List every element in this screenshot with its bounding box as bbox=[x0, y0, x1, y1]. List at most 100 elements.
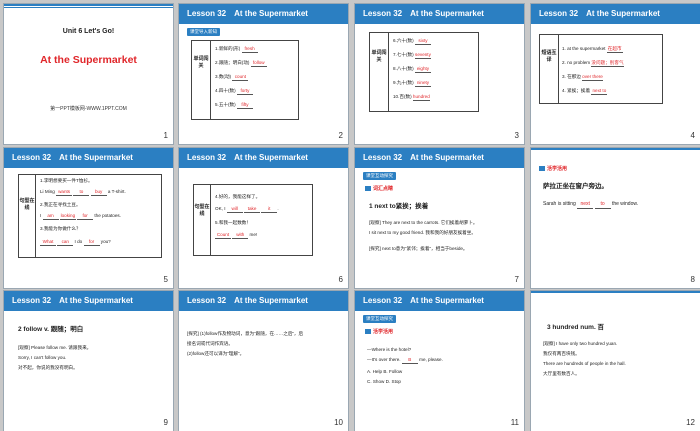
example-line-1: [观察] I have only two hundred yuan. bbox=[543, 341, 618, 346]
option-line-2: C. Show D. Stop bbox=[367, 379, 401, 384]
example-line-3: There are hundreds of people in the hall… bbox=[543, 361, 626, 366]
slide-number: 8 bbox=[690, 275, 695, 284]
slide-thumbnail-12[interactable]: 3 hundred num. 百 [观察] I have only two hu… bbox=[530, 290, 700, 431]
sentence-line-4: I am looking for the potatoes. bbox=[40, 213, 121, 220]
answer-line: Sarah is sitting next to the window. bbox=[543, 201, 639, 209]
section-tag: 课堂互动探究 bbox=[363, 315, 396, 323]
slide-thumbnail-8[interactable]: 活学活用 萨拉正坐在窗户旁边。 Sarah is sitting next to… bbox=[530, 147, 700, 289]
sentence-line-5: 3.我能为你做什么？ bbox=[40, 226, 81, 231]
slide-header: Lesson 32 At the Supermarket bbox=[531, 4, 700, 24]
slide-header: Lesson 32 At the Supermarket bbox=[355, 148, 524, 168]
sentence-line-5-en: Count with me! bbox=[215, 232, 258, 239]
vocab-label-col bbox=[191, 40, 211, 120]
section-bullet-icon bbox=[365, 329, 371, 334]
option-line-1: A. Help B. Follow bbox=[367, 369, 403, 374]
slide-thumbnail-9[interactable]: Lesson 32 At the Supermarket 2 follow v. … bbox=[3, 290, 174, 431]
slide-header: Lesson 32 At the Supermarket bbox=[355, 4, 524, 24]
top-stripe-thin bbox=[4, 7, 173, 8]
lesson-title: At the Supermarket bbox=[40, 54, 137, 66]
slide-number: 11 bbox=[510, 418, 519, 427]
vocab-line-1: 1.新鲜的(形) fresh bbox=[215, 44, 258, 53]
vocab-point: 1 next to紧挨；挨着 bbox=[369, 203, 429, 210]
credit-text: 第一PPT模板网-WWW.1PPT.COM bbox=[50, 106, 127, 112]
sentence-line-2: Li Ming wants to buy a T-shirt. bbox=[40, 189, 126, 196]
example-line-2: 我仅有两百块钱。 bbox=[543, 351, 580, 356]
dialog-line-1: —Where is the hotel? bbox=[367, 347, 412, 352]
slide-header: Lesson 32 At the Supermarket bbox=[4, 291, 173, 311]
unit-title: Unit 6 Let's Go! bbox=[62, 28, 115, 35]
example-line-4: 大厅里有数百人。 bbox=[543, 371, 580, 376]
vocab-line-6: 6.六十(数) sixty bbox=[393, 36, 431, 45]
vocab-line-9: 9.九十(数) ninety bbox=[393, 80, 431, 87]
slide-number: 6 bbox=[338, 275, 343, 284]
slide-thumbnail-11[interactable]: Lesson 32 At the Supermarket 课堂互动探究 活学活用 … bbox=[354, 290, 525, 431]
top-stripe bbox=[4, 4, 173, 6]
phrase-line-1: 1. at the supermarket 在超市 bbox=[562, 46, 623, 53]
phrase-line-3: 3. 在那边 over there bbox=[562, 74, 603, 81]
sentence-label-col bbox=[193, 184, 211, 256]
vocab-label-col bbox=[369, 32, 389, 112]
section-heading: 词汇点睛 bbox=[373, 186, 394, 192]
slide-thumbnail-5[interactable]: Lesson 32 At the Supermarket 句型在线 1.李明想要买… bbox=[3, 147, 174, 289]
slide-number: 5 bbox=[163, 275, 168, 284]
sentence-line-4-en: OK, I will take it. bbox=[215, 206, 279, 213]
vocab-label: 单词闯关 bbox=[193, 56, 209, 69]
slide-number: 12 bbox=[686, 418, 695, 427]
example-line-3: 对不起，你说的我没有明白。 bbox=[18, 365, 78, 370]
slide-thumbnail-4[interactable]: Lesson 32 At the Supermarket 短语互译 1. at t… bbox=[530, 3, 700, 145]
example-line-2: I sit next to my good friend. 我和我的好朋友挨着坐… bbox=[369, 230, 476, 235]
slide-number: 1 bbox=[163, 131, 168, 140]
vocab-line-2: 2.跟随；明白(动) follow bbox=[215, 58, 267, 67]
sentence-line-5: 5.和我一起数数！ bbox=[215, 220, 251, 225]
slide-number: 7 bbox=[514, 275, 519, 284]
sentence-label: 句型在线 bbox=[194, 204, 210, 217]
vocab-line-3: 3.数(动) count bbox=[215, 72, 249, 81]
slide-number: 4 bbox=[690, 131, 695, 140]
top-stripe bbox=[531, 291, 700, 293]
slide-header: Lesson 32 At the Supermarket bbox=[179, 148, 348, 168]
slide-header: Lesson 32 At the Supermarket bbox=[179, 4, 348, 24]
phrase-label: 短语互译 bbox=[541, 50, 557, 63]
section-tag: 课堂互动探究 bbox=[363, 172, 396, 180]
vocab-line-10: 10.百(数) hundred bbox=[393, 94, 430, 101]
slide-number: 9 bbox=[163, 418, 168, 427]
phrase-line-4: 4. 紧挨；挨着 next to bbox=[562, 88, 608, 95]
section-bullet-icon bbox=[365, 186, 371, 191]
slide-number: 3 bbox=[514, 131, 519, 140]
top-stripe bbox=[531, 148, 700, 150]
slide-thumbnail-3[interactable]: Lesson 32 At the Supermarket 单词闯关 6.六十(数)… bbox=[354, 3, 525, 145]
vocab-line-7: 7.七十(数) seventy bbox=[393, 52, 431, 59]
slide-sorter-grid: Unit 6 Let's Go! At the Supermarket 第一PP… bbox=[0, 0, 700, 431]
example-line-1: [观察] Please follow me. 请跟我来。 bbox=[18, 345, 92, 350]
section-heading: 活学活用 bbox=[373, 329, 394, 335]
sentence-line-1: 1.李明想要买一件T恤衫。 bbox=[40, 178, 93, 183]
dialog-line-2: —It's over there. B me, please. bbox=[367, 357, 443, 364]
slide-header: Lesson 32 At the Supermarket bbox=[179, 291, 348, 311]
example-line-2: Sorry, I can't follow you. bbox=[18, 355, 67, 360]
vocab-line-8: 8.八十(数) eighty bbox=[393, 66, 431, 73]
slide-thumbnail-7[interactable]: Lesson 32 At the Supermarket 课堂互动探究 词汇点睛 … bbox=[354, 147, 525, 289]
sentence-line-6: What can I do for you? bbox=[40, 237, 111, 246]
slide-number: 10 bbox=[334, 418, 343, 427]
slide-thumbnail-1[interactable]: Unit 6 Let's Go! At the Supermarket 第一PP… bbox=[3, 3, 174, 145]
sentence-label-col bbox=[18, 174, 36, 258]
vocab-line-5: 5.五十(数) fifty bbox=[215, 100, 253, 109]
example-line-1: [观察] They are next to the carrots. 它们挨着胡… bbox=[369, 220, 478, 225]
vocab-line-4: 4.四十(数) forty bbox=[215, 86, 253, 95]
slide-thumbnail-6[interactable]: Lesson 32 At the Supermarket 句型在线 4.好的，我能… bbox=[178, 147, 349, 289]
slide-header: Lesson 32 At the Supermarket bbox=[355, 291, 524, 311]
section-tag: 课堂导入新知 bbox=[187, 28, 220, 36]
phrase-label-col bbox=[539, 34, 559, 104]
slide-header: Lesson 32 At the Supermarket bbox=[4, 148, 173, 168]
slide-number: 2 bbox=[338, 131, 343, 140]
explore-line-1: [探究] (1)follow作及物动词，意为“跟随，在……之后”，后 bbox=[187, 331, 304, 336]
sentence-line-4: 4.好的，我能这样了。 bbox=[215, 194, 261, 199]
phrase-line-2: 2. no problem 没问题；别客气 bbox=[562, 60, 624, 67]
sentence-label: 句型在线 bbox=[19, 198, 35, 211]
slide-thumbnail-2[interactable]: Lesson 32 At the Supermarket 课堂导入新知 单词闯关 … bbox=[178, 3, 349, 145]
section-bullet-icon bbox=[539, 166, 545, 171]
slide-thumbnail-10[interactable]: Lesson 32 At the Supermarket [探究] (1)foll… bbox=[178, 290, 349, 431]
explore-line-3: (2)follow还可以译为“理解”。 bbox=[187, 351, 245, 356]
vocab-point: 3 hundred num. 百 bbox=[547, 324, 605, 331]
explore-line-2: 接名词或代词作宾语。 bbox=[187, 341, 233, 346]
